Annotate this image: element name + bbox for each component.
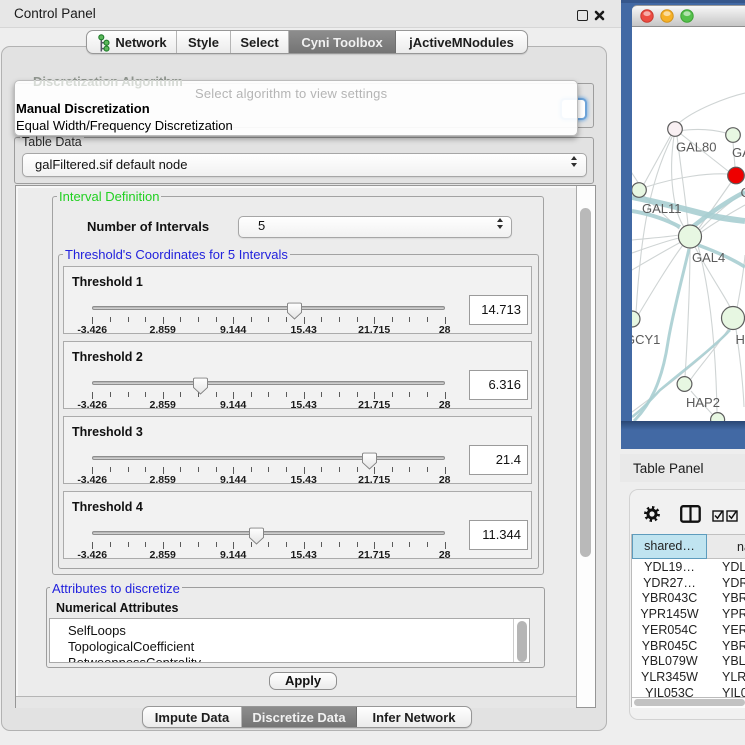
svg-text:GAL11: GAL11	[642, 201, 682, 216]
svg-text:GAL4: GAL4	[692, 250, 725, 265]
svg-text:GCY1: GCY1	[632, 332, 660, 347]
svg-text:HAP2: HAP2	[686, 395, 720, 410]
svg-text:GA: GA	[732, 145, 745, 160]
svg-text:H: H	[736, 332, 745, 347]
svg-text:GAL80: GAL80	[676, 140, 716, 155]
svg-text:C: C	[741, 185, 745, 200]
